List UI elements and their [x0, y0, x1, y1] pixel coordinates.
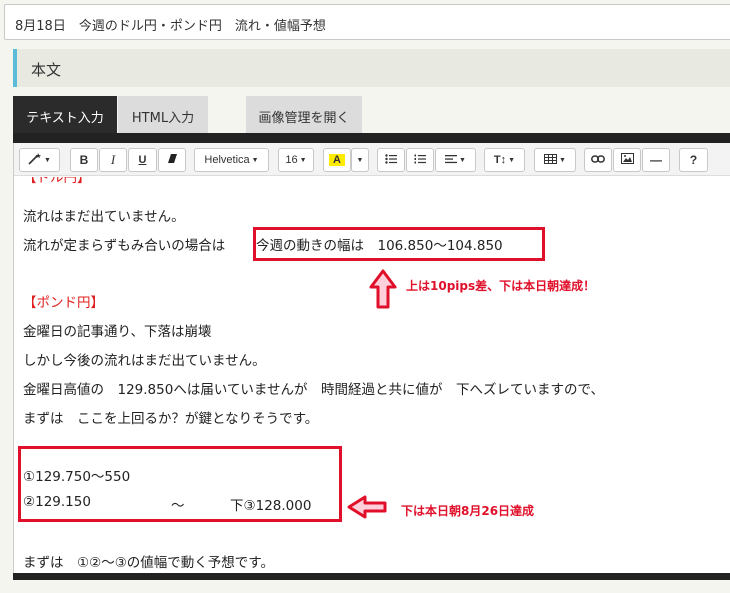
- line-height-button[interactable]: T↕ ▼: [484, 148, 525, 172]
- editor-bottom-bar: [13, 573, 730, 580]
- title-input[interactable]: 8月18日 今週のドル円・ポンド円 流れ・値幅予想: [4, 4, 730, 40]
- font-family-select[interactable]: Helvetica ▼: [194, 148, 269, 172]
- link-icon: [591, 155, 605, 163]
- horizontal-rule-button[interactable]: —: [642, 148, 670, 172]
- eraser-button[interactable]: [158, 148, 186, 172]
- help-button[interactable]: ?: [679, 148, 708, 172]
- text-color-icon: A: [329, 154, 345, 166]
- ordered-list-button[interactable]: [406, 148, 434, 172]
- highlight-box-levels: [18, 446, 342, 522]
- text-line: まずは ここを上回るか？が鍵となりそうです。: [23, 411, 319, 427]
- italic-button[interactable]: I: [99, 148, 127, 172]
- tab-html-input[interactable]: HTML入力: [118, 96, 208, 133]
- picture-icon: [620, 153, 634, 164]
- section-header: 本文: [13, 49, 730, 87]
- text-line: 【ポンド円】: [23, 295, 104, 311]
- bold-button[interactable]: B: [70, 148, 98, 172]
- unordered-list-button[interactable]: [377, 148, 405, 172]
- table-icon: [544, 154, 558, 164]
- text-color-button[interactable]: A: [323, 148, 351, 172]
- tab-image-manager[interactable]: 画像管理を開く: [246, 96, 362, 133]
- rich-text-editor[interactable]: ▼ B I U Helvetica ▼ 16 ▼ A ▼ ▼ T↕ ▼ ▼ — …: [13, 143, 730, 578]
- magic-wand-icon: [28, 153, 42, 165]
- text-line: 流れはまだ出ていません。: [23, 209, 185, 225]
- font-size-select[interactable]: 16 ▼: [278, 148, 314, 172]
- align-icon: [445, 155, 458, 164]
- arrow-left-icon: [347, 495, 387, 519]
- unordered-list-icon: [385, 154, 397, 164]
- text-line: 金曜日の記事通り、下落は崩壊: [23, 324, 212, 340]
- text-line: 流れが定まらずもみ合いの場合は: [23, 238, 226, 254]
- tab-text-input[interactable]: テキスト入力: [13, 96, 117, 133]
- line-height-icon: T↕: [493, 154, 507, 166]
- ordered-list-icon: [414, 154, 426, 164]
- editor-top-bar: [13, 133, 730, 143]
- align-button[interactable]: ▼: [435, 148, 476, 172]
- text-color-dropdown[interactable]: ▼: [351, 148, 369, 172]
- eraser-icon: [167, 154, 177, 163]
- text-line: 金曜日高値の 129.850へは届いていませんが 時間経過と共に値が 下へズレて…: [23, 382, 604, 398]
- text-line: しかし今後の流れはまだ出ていません。: [23, 353, 266, 369]
- table-button[interactable]: ▼: [534, 148, 576, 172]
- editor-toolbar: ▼ B I U Helvetica ▼ 16 ▼ A ▼ ▼ T↕ ▼ ▼ — …: [14, 143, 730, 176]
- underline-button[interactable]: U: [128, 148, 157, 172]
- arrow-up-icon: [369, 269, 397, 309]
- highlight-box-range: [253, 227, 545, 261]
- text-line: まずは ①②～③の値幅で動く予想です。: [23, 555, 274, 571]
- magic-wand-button[interactable]: ▼: [19, 148, 60, 172]
- picture-button[interactable]: [613, 148, 641, 172]
- annotation-note-2: 下は本日朝8月26日達成: [401, 504, 535, 518]
- text-line: 【ドル円】: [23, 177, 91, 186]
- annotation-note-1: 上は10pips差、下は本日朝達成！: [406, 279, 596, 293]
- link-button[interactable]: [584, 148, 612, 172]
